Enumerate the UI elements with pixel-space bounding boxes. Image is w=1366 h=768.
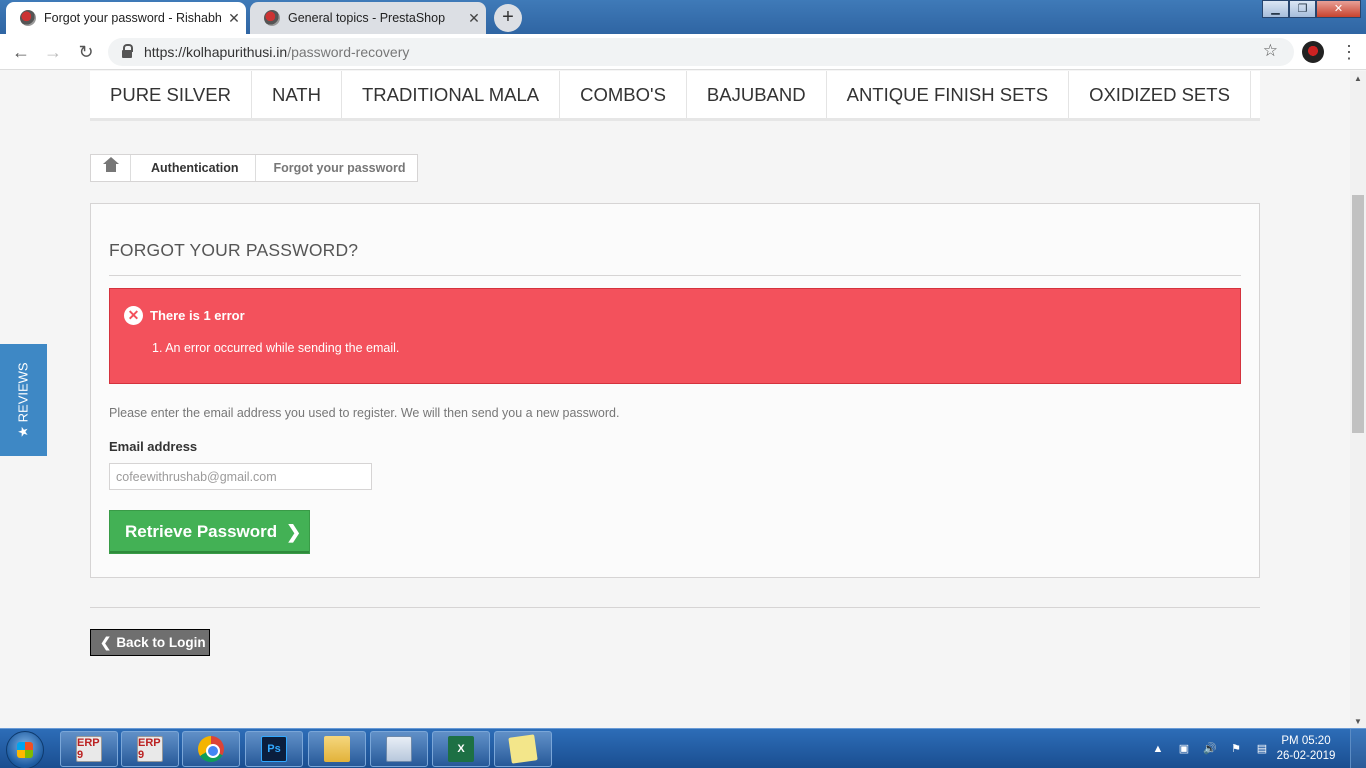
lock-icon [122,44,133,58]
scrollbar-thumb[interactable] [1352,195,1364,433]
breadcrumb-authentication[interactable]: Authentication [131,161,255,175]
photoshop-icon: Ps [261,736,287,762]
retrieve-password-button[interactable]: Retrieve Password ❯ [109,510,310,554]
menu-item-combos[interactable]: COMBO'S [560,71,687,118]
scroll-up-icon[interactable]: ▲ [1354,74,1362,83]
window-controls: ▁ ❐ ✕ [1262,0,1361,18]
category-menu: PURE SILVER NATH TRADITIONAL MALA COMBO'… [90,71,1260,121]
site-favicon-icon [20,10,36,26]
new-tab-button[interactable]: + [494,4,522,32]
system-tray: ▲ ▣ 🔊 ⚑ ▤ [1150,729,1270,768]
reload-icon[interactable]: ↻ [73,40,99,64]
taskbar-calculator[interactable] [370,731,428,767]
error-circle-icon: ✕ [124,306,143,325]
address-bar[interactable]: https://kolhapurithusi.in/password-recov… [108,38,1294,66]
reviews-label: ★ REVIEWS [15,362,31,438]
calculator-icon [386,736,412,762]
menu-item-nath[interactable]: NATH [252,71,342,118]
menu-item-pure-silver[interactable]: PURE SILVER [90,71,252,118]
menu-item-bajuband[interactable]: BAJUBAND [687,71,827,118]
taskbar-chrome[interactable] [182,731,240,767]
windows-taskbar: ERP 9 ERP 9 Ps X ▲ ▣ 🔊 ⚑ ▤ PM 05:20 26-0… [0,728,1366,768]
breadcrumb-home[interactable] [91,155,131,181]
chevron-left-icon: ❮ [100,634,112,650]
clock-date: 26-02-2019 [1276,750,1336,762]
back-to-login-button[interactable]: ❮ Back to Login [90,629,210,656]
chevron-right-icon: ❯ [286,521,302,542]
taskbar-tally-2[interactable]: ERP 9 [121,731,179,767]
browser-menu-icon[interactable]: ⋮ [1340,40,1358,64]
browser-toolbar: ← → ↻ https://kolhapurithusi.in/password… [0,34,1366,70]
url-host: https://kolhapurithusi.in [144,44,288,60]
taskbar-tally-1[interactable]: ERP 9 [60,731,118,767]
file-explorer-icon [324,736,350,762]
page-title: FORGOT YOUR PASSWORD? [109,240,359,260]
error-message: 1. An error occurred while sending the e… [152,341,400,355]
error-title: There is 1 error [150,308,245,323]
sticky-notes-icon [508,734,538,764]
tab-general-topics[interactable]: General topics - PrestaShop ✕ [250,2,486,34]
scroll-down-icon[interactable]: ▼ [1354,717,1362,726]
action-center-icon[interactable]: ⚑ [1228,742,1244,756]
back-arrow-icon[interactable]: ← [8,40,34,64]
breadcrumb-current: Forgot your password [273,161,406,175]
tally-erp-icon: ERP 9 [76,736,102,762]
maximize-icon[interactable]: ❐ [1289,0,1316,18]
tab-close-icon[interactable]: ✕ [222,10,246,27]
menu-item-antique-finish-sets[interactable]: ANTIQUE FINISH SETS [827,71,1070,118]
url-path: /password-recovery [287,44,410,60]
chrome-icon [198,736,224,762]
page-scrollbar[interactable]: ▲ ▼ [1350,71,1366,728]
profile-avatar[interactable] [1302,41,1324,63]
menu-item-traditional-mala[interactable]: TRADITIONAL MALA [342,71,561,118]
taskbar-photoshop[interactable]: Ps [245,731,303,767]
breadcrumb: Authentication Forgot your password [90,154,419,182]
divider [109,275,1241,276]
tab-close-icon[interactable]: ✕ [462,10,486,27]
windows-logo-icon [17,742,33,758]
password-recovery-box: FORGOT YOUR PASSWORD? ✕ There is 1 error… [90,203,1260,578]
tab-title: Forgot your password - Rishabh [44,11,222,25]
taskbar-explorer[interactable] [308,731,366,767]
divider [90,607,1260,608]
back-to-login-label: Back to Login [116,635,206,650]
forward-arrow-icon[interactable]: → [40,40,66,64]
home-icon [102,157,119,174]
window-close-icon[interactable]: ✕ [1316,0,1361,18]
taskbar-excel[interactable]: X [432,731,490,767]
star-icon[interactable]: ☆ [1263,41,1278,61]
reviews-tab[interactable]: ★ REVIEWS [0,344,47,456]
tally-erp-icon: ERP 9 [137,736,163,762]
device-icon[interactable]: ▣ [1176,742,1192,756]
network-icon[interactable]: ▤ [1254,742,1270,756]
show-desktop-button[interactable] [1350,729,1366,768]
email-label: Email address [109,439,198,454]
tab-forgot-password[interactable]: Forgot your password - Rishabh ✕ [6,2,246,34]
start-button[interactable] [6,731,44,768]
instructions-text: Please enter the email address you used … [109,406,620,420]
page-viewport: PURE SILVER NATH TRADITIONAL MALA COMBO'… [0,71,1350,728]
excel-icon: X [448,736,474,762]
clock-time: PM 05:20 [1281,735,1331,747]
browser-titlebar: Forgot your password - Rishabh ✕ General… [0,0,1366,34]
taskbar-sticky-notes[interactable] [494,731,552,767]
tab-title: General topics - PrestaShop [288,11,446,25]
menu-item-oxidized-sets[interactable]: OXIDIZED SETS [1069,71,1251,118]
tray-expand-icon[interactable]: ▲ [1150,742,1166,756]
error-alert: ✕ There is 1 error 1. An error occurred … [109,288,1241,384]
site-favicon-icon [264,10,280,26]
retrieve-password-label: Retrieve Password [125,522,278,541]
email-field[interactable] [109,463,372,490]
taskbar-clock[interactable]: PM 05:20 26-02-2019 [1276,734,1336,764]
volume-icon[interactable]: 🔊 [1202,742,1218,756]
minimize-icon[interactable]: ▁ [1262,0,1289,18]
